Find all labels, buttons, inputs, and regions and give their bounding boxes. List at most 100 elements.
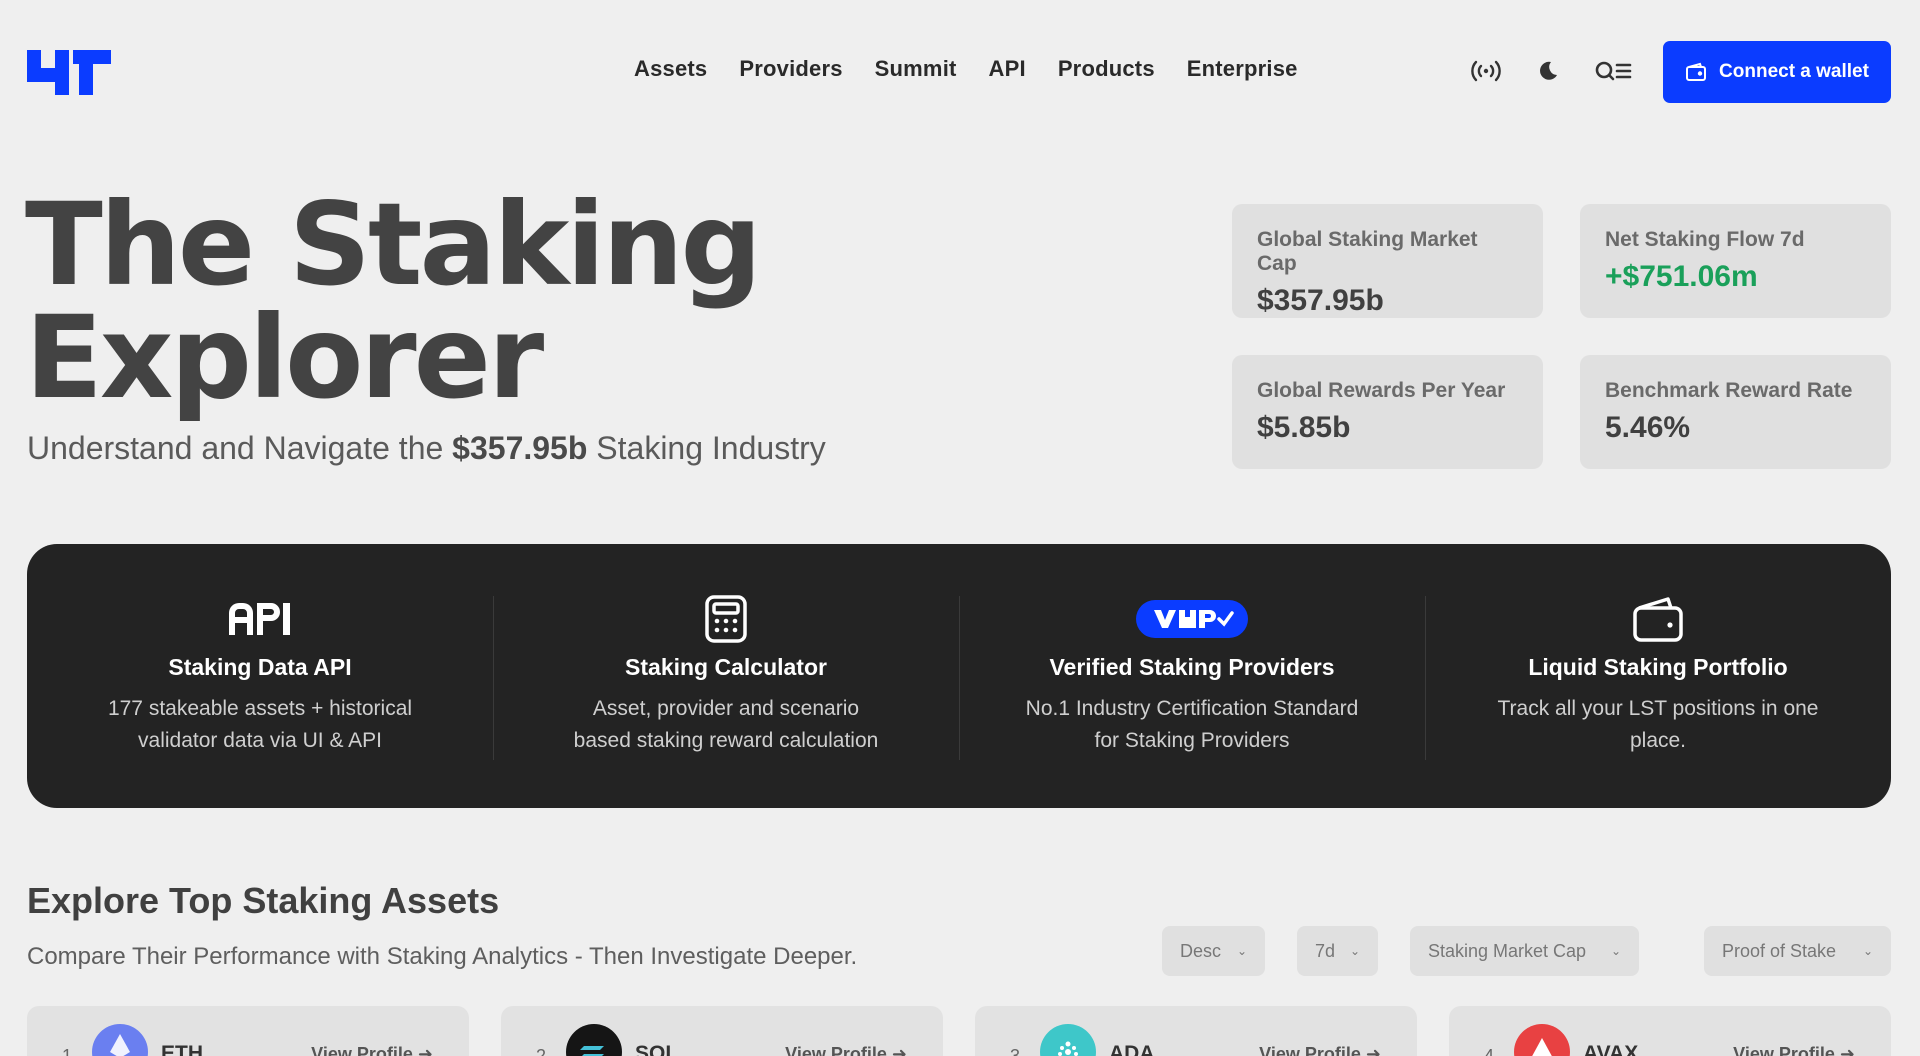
- feature-verified-providers[interactable]: Verified Staking Providers No.1 Industry…: [959, 592, 1425, 760]
- feature-desc: 177 stakeable assets + historical valida…: [27, 693, 493, 757]
- asset-card-avax[interactable]: 4 AVAX View Profile ➜: [1449, 1006, 1891, 1056]
- vsp-badge-icon: [959, 594, 1425, 644]
- arrow-right-icon: ➜: [1365, 1044, 1381, 1056]
- chevron-down-icon: ⌄: [1862, 944, 1873, 958]
- asset-rank: 1: [62, 1046, 73, 1056]
- avax-logo-icon: [1514, 1024, 1570, 1056]
- asset-symbol: ADA: [1109, 1042, 1155, 1056]
- subtitle-amount: $357.95b: [452, 430, 588, 466]
- top-navbar: Assets Providers Summit API Products Ent…: [0, 0, 1920, 144]
- stat-label: Net Staking Flow 7d: [1605, 228, 1805, 251]
- api-icon: [27, 594, 493, 644]
- stat-value: $5.85b: [1257, 411, 1351, 444]
- asset-card-sol[interactable]: 2 SOL View Profile ➜: [501, 1006, 943, 1056]
- subtitle-suffix: Staking Industry: [587, 430, 826, 466]
- arrow-right-icon: ➜: [1839, 1044, 1855, 1056]
- feature-desc-line: for Staking Providers: [1094, 729, 1290, 752]
- feature-staking-calculator[interactable]: Staking Calculator Asset, provider and s…: [493, 592, 959, 760]
- main-nav: Assets Providers Summit API Products Ent…: [634, 56, 1298, 82]
- feature-desc-line: based staking reward calculation: [573, 729, 879, 752]
- asset-symbol: AVAX: [1583, 1042, 1639, 1056]
- ada-logo-icon: [1040, 1024, 1096, 1056]
- view-profile-label: View Profile: [311, 1044, 413, 1056]
- chevron-down-icon: ⌄: [1236, 944, 1247, 958]
- logo[interactable]: [27, 50, 111, 95]
- category-select[interactable]: Proof of Stake ⌄: [1704, 926, 1891, 976]
- connect-wallet-label: Connect a wallet: [1719, 61, 1869, 82]
- feature-desc-line: Asset, provider and scenario: [592, 697, 860, 720]
- arrow-right-icon: ➜: [417, 1044, 433, 1056]
- asset-card-ada[interactable]: 3 ADA View Profile ➜: [975, 1006, 1417, 1056]
- view-profile-label: View Profile: [1733, 1044, 1835, 1056]
- feature-liquid-staking-portfolio[interactable]: Liquid Staking Portfolio Track all your …: [1425, 592, 1891, 760]
- view-profile-link[interactable]: View Profile ➜: [785, 1044, 907, 1056]
- view-profile-label: View Profile: [785, 1044, 887, 1056]
- feature-desc-line: 177 stakeable assets + historical: [107, 697, 413, 720]
- asset-symbol: ETH: [161, 1042, 203, 1056]
- chevron-down-icon: ⌄: [1349, 944, 1360, 958]
- calculator-icon: [493, 594, 959, 644]
- feature-title: Staking Data API: [168, 654, 352, 680]
- stat-value: +$751.06m: [1605, 260, 1758, 293]
- section-subtitle: Compare Their Performance with Staking A…: [27, 943, 858, 970]
- stat-value: 5.46%: [1605, 411, 1691, 444]
- select-value: Proof of Stake: [1722, 940, 1837, 961]
- feature-desc-line: Track all your LST positions in one: [1497, 697, 1819, 720]
- asset-symbol: SOL: [635, 1042, 679, 1056]
- stat-card-reward-rate: Benchmark Reward Rate 5.46%: [1580, 355, 1891, 469]
- stat-value: $357.95b: [1257, 284, 1384, 317]
- search-menu-icon[interactable]: [1594, 56, 1634, 86]
- feature-panel: Staking Data API 177 stakeable assets + …: [27, 544, 1891, 808]
- connect-wallet-button[interactable]: Connect a wallet: [1663, 41, 1891, 103]
- page-title-line2: Explorer: [25, 291, 544, 424]
- page-title: The Staking Explorer: [25, 178, 762, 424]
- view-profile-label: View Profile: [1259, 1044, 1361, 1056]
- feature-desc-line: No.1 Industry Certification Standard: [1025, 697, 1359, 720]
- nav-providers[interactable]: Providers: [739, 56, 842, 82]
- feature-desc: No.1 Industry Certification Standard for…: [959, 693, 1425, 757]
- nav-assets[interactable]: Assets: [634, 56, 707, 82]
- view-profile-link[interactable]: View Profile ➜: [1733, 1044, 1855, 1056]
- chevron-down-icon: ⌄: [1610, 944, 1621, 958]
- feature-desc: Track all your LST positions in one plac…: [1425, 693, 1891, 757]
- asset-card-eth[interactable]: 1 ETH View Profile ➜: [27, 1006, 469, 1056]
- stat-label: Benchmark Reward Rate: [1605, 379, 1853, 402]
- stat-card-net-flow: Net Staking Flow 7d +$751.06m: [1580, 204, 1891, 318]
- wallet-icon: [1425, 594, 1891, 644]
- stat-label: Global Staking Market Cap: [1257, 228, 1478, 275]
- nav-summit[interactable]: Summit: [875, 56, 957, 82]
- moon-icon[interactable]: [1532, 56, 1564, 86]
- page-subtitle: Understand and Navigate the $357.95b Sta…: [27, 430, 826, 467]
- broadcast-icon[interactable]: [1470, 56, 1502, 86]
- feature-title: Verified Staking Providers: [1049, 654, 1335, 680]
- select-value: Staking Market Cap: [1428, 940, 1587, 961]
- nav-enterprise[interactable]: Enterprise: [1187, 56, 1298, 82]
- sort-order-select[interactable]: Desc ⌄: [1162, 926, 1265, 976]
- stat-label: Global Rewards Per Year: [1257, 379, 1506, 402]
- select-value: 7d: [1315, 940, 1336, 961]
- feature-desc: Asset, provider and scenario based staki…: [493, 693, 959, 757]
- feature-desc-line: validator data via UI & API: [138, 729, 382, 752]
- nav-api[interactable]: API: [989, 56, 1026, 82]
- stat-card-rewards-per-year: Global Rewards Per Year $5.85b: [1232, 355, 1543, 469]
- asset-rank: 2: [536, 1046, 547, 1056]
- sol-logo-icon: [566, 1024, 622, 1056]
- timeframe-select[interactable]: 7d ⌄: [1297, 926, 1378, 976]
- view-profile-link[interactable]: View Profile ➜: [1259, 1044, 1381, 1056]
- feature-title: Staking Calculator: [625, 654, 827, 680]
- stat-card-market-cap: Global Staking Market Cap $357.95b: [1232, 204, 1543, 318]
- feature-staking-data-api[interactable]: Staking Data API 177 stakeable assets + …: [27, 592, 493, 760]
- section-title: Explore Top Staking Assets: [27, 880, 500, 921]
- metric-select[interactable]: Staking Market Cap ⌄: [1410, 926, 1639, 976]
- wallet-icon: [1686, 62, 1707, 81]
- view-profile-link[interactable]: View Profile ➜: [311, 1044, 433, 1056]
- select-value: Desc: [1180, 940, 1222, 961]
- nav-products[interactable]: Products: [1058, 56, 1155, 82]
- eth-logo-icon: [92, 1024, 148, 1056]
- asset-rank: 4: [1484, 1046, 1495, 1056]
- page-title-line1: The Staking: [25, 178, 762, 311]
- subtitle-prefix: Understand and Navigate the: [27, 430, 453, 466]
- arrow-right-icon: ➜: [891, 1044, 907, 1056]
- asset-rank: 3: [1010, 1046, 1021, 1056]
- feature-title: Liquid Staking Portfolio: [1528, 654, 1788, 680]
